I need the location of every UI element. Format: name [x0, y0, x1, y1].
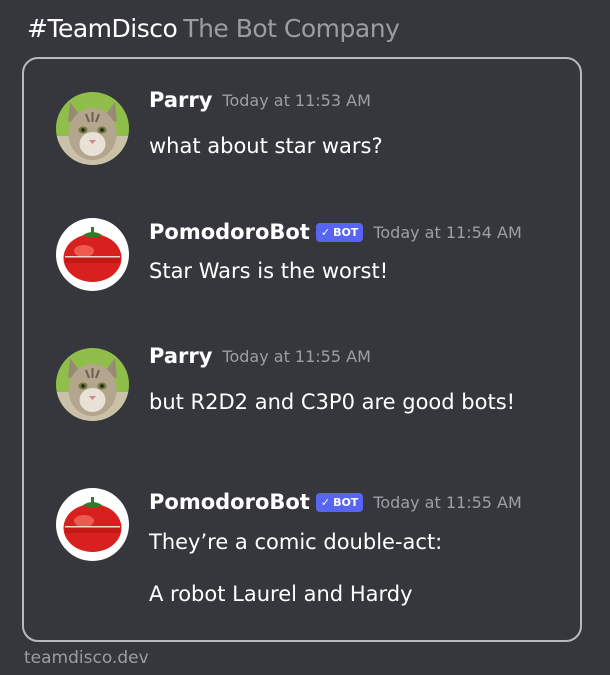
bot-avatar[interactable]: [56, 488, 129, 561]
kitten-avatar-icon: [56, 348, 129, 421]
bot-avatar[interactable]: [56, 218, 129, 291]
checkmark-icon: ✓: [320, 225, 331, 239]
message-text: Star Wars is the worst!: [149, 259, 389, 283]
chat-window: Parry Today at 11:53 AM what about star …: [22, 57, 582, 642]
message-text: A robot Laurel and Hardy: [149, 582, 413, 606]
bot-badge: ✓ BOT: [315, 222, 364, 242]
bot-badge-label: BOT: [333, 225, 359, 239]
timestamp: Today at 11:55 AM: [222, 346, 371, 366]
company-name: The Bot Company: [183, 14, 400, 43]
timestamp: Today at 11:55 AM: [373, 492, 522, 512]
username[interactable]: PomodoroBot: [149, 490, 310, 514]
username[interactable]: PomodoroBot: [149, 220, 310, 244]
tomato-timer-avatar-icon: [56, 218, 129, 291]
checkmark-icon: ✓: [320, 495, 331, 509]
message-meta: PomodoroBot ✓ BOT Today at 11:55 AM: [149, 490, 522, 514]
user-avatar[interactable]: [56, 92, 129, 165]
message-text: They’re a comic double-act:: [149, 530, 443, 554]
bot-badge-label: BOT: [333, 495, 359, 509]
bot-badge: ✓ BOT: [315, 492, 364, 512]
brand-title: #TeamDisco: [27, 14, 178, 43]
message-meta: PomodoroBot ✓ BOT Today at 11:54 AM: [149, 220, 522, 244]
message-text: what about star wars?: [149, 134, 383, 158]
timestamp: Today at 11:53 AM: [222, 90, 371, 110]
message-text: but R2D2 and C3P0 are good bots!: [149, 390, 516, 414]
timestamp: Today at 11:54 AM: [373, 222, 522, 242]
username[interactable]: Parry: [149, 344, 212, 368]
tomato-timer-avatar-icon: [56, 488, 129, 561]
message-meta: Parry Today at 11:55 AM: [149, 344, 371, 368]
message-meta: Parry Today at 11:53 AM: [149, 88, 371, 112]
username[interactable]: Parry: [149, 88, 212, 112]
page-header: #TeamDisco The Bot Company: [27, 14, 400, 43]
kitten-avatar-icon: [56, 92, 129, 165]
user-avatar[interactable]: [56, 348, 129, 421]
site-footer: teamdisco.dev: [24, 648, 149, 668]
